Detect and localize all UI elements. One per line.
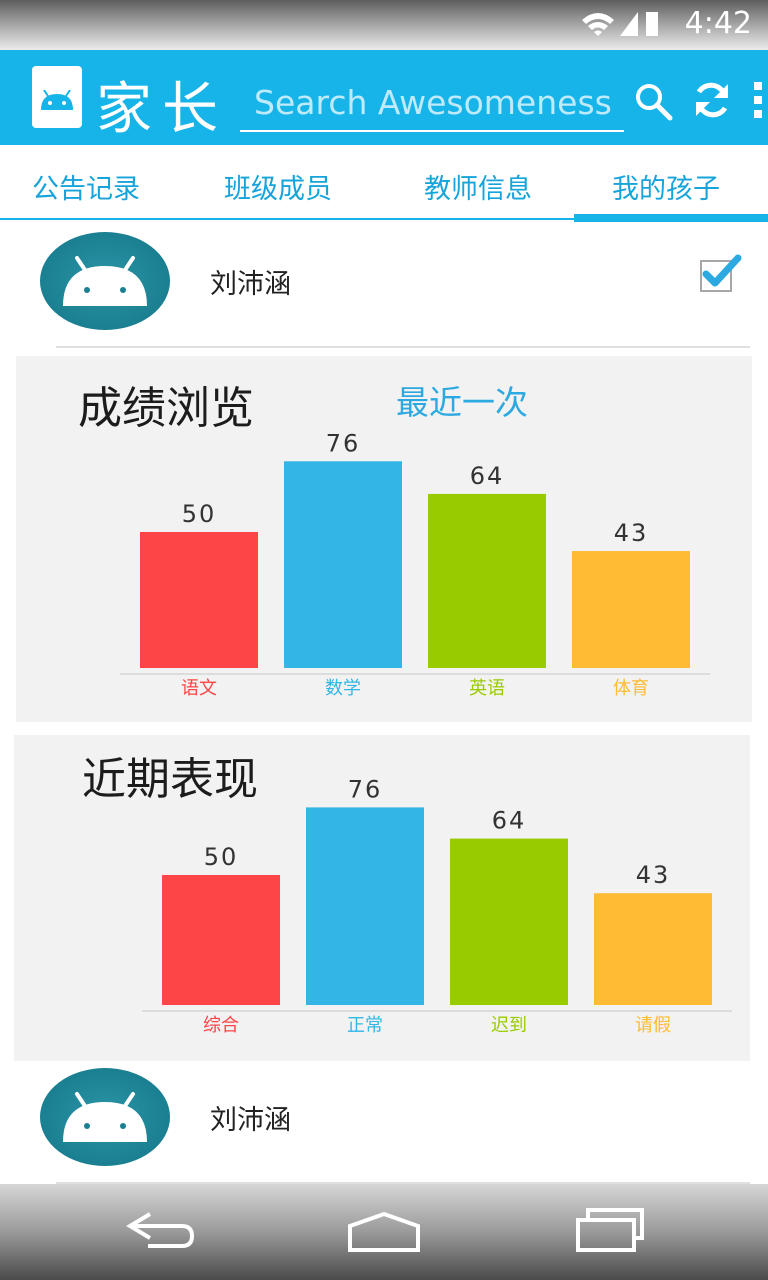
chart-value-label: 43	[636, 861, 671, 889]
search-icon[interactable]	[634, 82, 674, 126]
chart-category-label: 数学	[325, 678, 361, 699]
child-list-item[interactable]: 刘沛涵	[0, 220, 768, 348]
chart-value-label: 64	[492, 807, 527, 835]
grades-bar-chart: 50 语文 76 数学 64 英语 43 体育	[120, 429, 710, 699]
child-name: 刘沛涵	[210, 1105, 291, 1136]
chart-category-label: 语文	[181, 678, 217, 699]
tab-bar: 公告记录 班级成员 教师信息 我的孩子	[0, 145, 768, 220]
chart-category-label: 请假	[635, 1015, 671, 1036]
checkbox-checked-icon	[702, 254, 742, 287]
chart-bar	[594, 893, 712, 1005]
divider	[56, 346, 750, 348]
avatar	[40, 232, 170, 330]
child-name: 刘沛涵	[210, 269, 291, 300]
chart-category-label: 综合	[203, 1015, 239, 1036]
tab-my-children[interactable]: 我的孩子	[612, 167, 720, 206]
navigation-bar	[0, 1184, 768, 1280]
chart-category-label: 正常	[347, 1015, 383, 1036]
child-checkbox[interactable]	[700, 254, 742, 292]
chart-category-label: 迟到	[491, 1015, 527, 1036]
app-title: 家长	[96, 77, 228, 142]
back-icon[interactable]	[124, 1200, 198, 1264]
tab-announcements[interactable]: 公告记录	[32, 167, 140, 206]
chart-value-label: 50	[204, 843, 239, 871]
battery-icon	[646, 12, 658, 36]
chart-bar	[450, 838, 568, 1005]
chart-bar	[306, 807, 424, 1005]
chart-value-label: 43	[614, 519, 649, 547]
tab-class-members[interactable]: 班级成员	[224, 167, 332, 206]
search-input[interactable]	[240, 74, 624, 132]
chart-bar	[162, 875, 280, 1005]
chart-bar	[284, 461, 402, 668]
chart-value-label: 76	[326, 429, 361, 457]
action-bar: 家长	[0, 50, 768, 145]
grades-chart-card: 成绩浏览 最近一次 50 语文 76 数学 64 英语 43 体育	[16, 356, 752, 722]
status-icons	[580, 8, 660, 42]
chart-bar	[428, 493, 546, 668]
child-list-item[interactable]: 刘沛涵	[0, 1056, 768, 1184]
home-icon[interactable]	[346, 1200, 422, 1264]
avatar	[40, 1068, 170, 1166]
status-time: 4:42	[684, 6, 752, 41]
chart-bar	[572, 551, 690, 668]
chart-category-label: 体育	[613, 678, 649, 699]
chart-value-label: 76	[348, 775, 383, 803]
overflow-menu-icon[interactable]	[752, 80, 764, 124]
recent-apps-icon[interactable]	[574, 1200, 646, 1264]
status-bar: 4:42	[0, 0, 768, 50]
chart-value-label: 64	[470, 462, 505, 490]
tab-teacher-info[interactable]: 教师信息	[424, 167, 532, 206]
signal-icon	[620, 12, 638, 36]
chart-value-label: 50	[182, 500, 217, 528]
performance-chart-card: 近期表现 50 综合 76 正常 64 迟到 43 请假	[14, 735, 750, 1061]
android-app-icon[interactable]	[32, 66, 82, 128]
chart-category-label: 英语	[469, 678, 505, 699]
performance-bar-chart: 50 综合 76 正常 64 迟到 43 请假	[142, 775, 732, 1036]
refresh-icon[interactable]	[692, 80, 732, 124]
chart-bar	[140, 532, 258, 668]
wifi-icon	[582, 13, 614, 36]
